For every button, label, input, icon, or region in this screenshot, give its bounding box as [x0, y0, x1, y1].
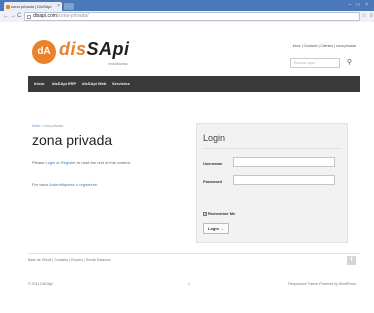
username-label: Username — [203, 161, 223, 166]
favicon-icon — [6, 4, 10, 9]
search-icon[interactable]: ⚲ — [347, 58, 352, 68]
auth-register-link[interactable]: Autentifíquese o regístrese — [49, 182, 97, 187]
window-controls[interactable]: – □ × — [349, 2, 371, 8]
top-links[interactable]: Inicio | Contacto | Clientes | zona priv… — [293, 44, 356, 48]
website: dA disSApi inmobiliarias Inicio | Contac… — [28, 22, 360, 286]
url-field[interactable]: disapi.com/zona-privada/ — [24, 12, 360, 21]
nav-item-erp[interactable]: disSApi ERP — [52, 76, 76, 92]
logo-mark[interactable]: dA — [32, 40, 56, 64]
back-icon[interactable]: ← — [3, 11, 9, 22]
main-nav: Inicio disSApi ERP disSApi Web Servicios — [28, 76, 360, 92]
logo-tagline: inmobiliarias — [108, 62, 128, 66]
search-input[interactable]: Buscar aquí — [290, 58, 340, 68]
url-host: disapi.com — [33, 13, 57, 19]
breadcrumb-current: zona privada — [43, 124, 64, 128]
password-label: Password — [203, 179, 222, 184]
notice-es-text-1: Por favor — [32, 182, 50, 187]
notice-text-1: Please — [32, 160, 46, 165]
nav-item-web[interactable]: disSApi Web — [82, 76, 106, 92]
remember-label: Remember Me — [208, 211, 236, 216]
breadcrumb: Inicio / zona privada — [32, 124, 63, 128]
logo-brand[interactable]: disSApi — [59, 39, 130, 60]
login-notice-es: Por favor Autentifíquese o regístrese. — [32, 182, 98, 187]
url-path: /zona-privada/ — [56, 13, 89, 19]
new-tab-button[interactable] — [64, 3, 74, 10]
footer-links[interactable]: Base de DiSoft | Contacto | Empleo | Don… — [28, 258, 111, 262]
reload-icon[interactable]: C — [17, 11, 21, 22]
copyright: © 2014 DisSApi — [28, 282, 53, 286]
facebook-icon[interactable]: f — [347, 256, 356, 265]
nav-item-inicio[interactable]: Inicio — [34, 76, 44, 92]
bookmark-star-icon[interactable]: ☆ — [362, 11, 367, 22]
tab-title: zona privada | DisSApi — [11, 4, 52, 9]
register-link[interactable]: Register — [61, 160, 76, 165]
login-link[interactable]: Login — [45, 160, 55, 165]
logo-brand-a: dis — [59, 39, 87, 59]
browser-tab[interactable]: zona privada | DisSApi × — [4, 2, 62, 11]
password-field[interactable] — [233, 175, 335, 185]
forward-icon[interactable]: → — [10, 11, 16, 22]
page-icon — [27, 14, 31, 19]
login-widget: Login Username Password ✓Remember Me Log… — [196, 123, 348, 243]
page-title: zona privada — [32, 132, 113, 148]
login-button[interactable]: Login → — [203, 223, 229, 234]
login-notice: Please Login or Register to read the res… — [32, 160, 131, 165]
remember-checkbox[interactable]: ✓ — [203, 211, 207, 216]
theme-credits[interactable]: Responsive Theme Powered by WordPress — [288, 282, 356, 286]
footer-divider — [28, 253, 360, 254]
login-divider — [203, 148, 341, 149]
login-title: Login — [203, 133, 226, 143]
logo-brand-b: SApi — [86, 39, 130, 59]
nav-item-servicios[interactable]: Servicios — [112, 76, 130, 92]
username-field[interactable] — [233, 157, 335, 167]
notice-text-3: to read the rest of this content. — [75, 160, 131, 165]
page-number: 1 — [188, 282, 190, 286]
close-tab-icon[interactable]: × — [57, 2, 60, 11]
notice-es-text-2: . — [96, 182, 99, 187]
breadcrumb-home[interactable]: Inicio — [32, 124, 40, 128]
remember-me[interactable]: ✓Remember Me — [203, 211, 235, 216]
browser-menu-icon[interactable]: ≡ — [369, 11, 373, 22]
address-bar-row: ← → C disapi.com/zona-privada/ ☆ ≡ — [0, 11, 374, 22]
